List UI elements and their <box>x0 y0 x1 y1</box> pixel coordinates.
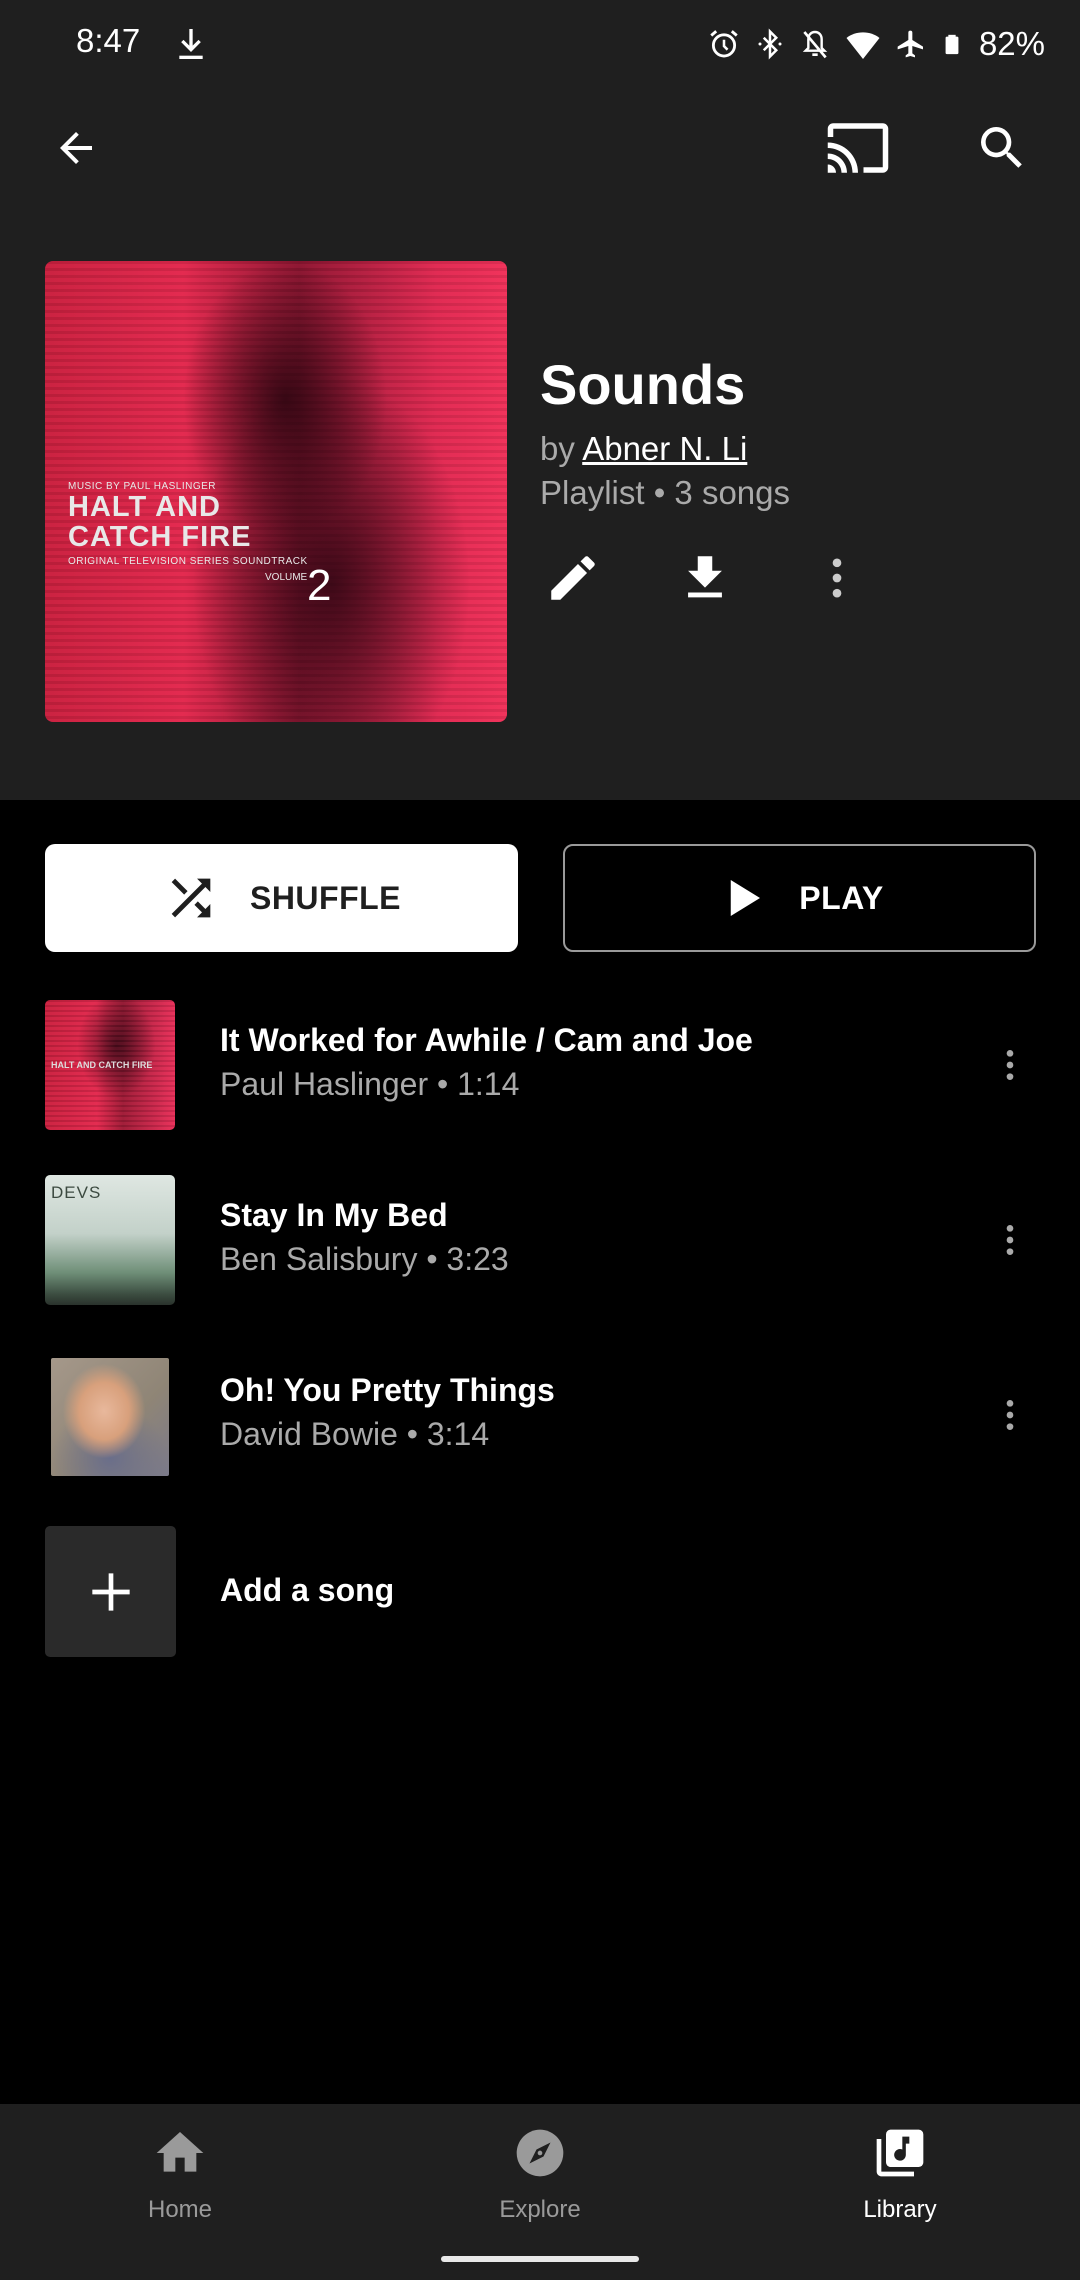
search-icon <box>981 127 1022 168</box>
play-button[interactable]: PLAY <box>563 844 1036 952</box>
status-time: 8:47 <box>76 22 141 59</box>
status-bar: 8:47 82% <box>0 0 1080 90</box>
album-art-title-line1: HALT AND <box>68 491 221 523</box>
edit-icon <box>551 556 595 600</box>
battery-percentage: 82% <box>978 25 1045 62</box>
byline-prefix: by <box>540 430 575 467</box>
nav-label: Home <box>147 2196 213 2223</box>
home-icon <box>152 2124 208 2182</box>
edit-playlist-button[interactable] <box>540 545 606 611</box>
song-thumbnail <box>51 1358 169 1476</box>
bottom-navigation: Home Explore Library <box>0 2104 1080 2280</box>
playlist-meta: Playlist • 3 songs <box>540 474 790 511</box>
playlist-header: MUSIC BY PAUL HASLINGER HALT AND CATCH F… <box>0 90 1080 800</box>
song-list-item[interactable]: Oh! You Pretty Things David Bowie • 3:14 <box>0 1350 1080 1480</box>
thumbnail-text: HALT AND CATCH FIRE <box>51 1060 153 1070</box>
song-subtitle: Paul Haslinger • 1:14 <box>220 1066 520 1102</box>
add-song-label: Add a song <box>220 1572 395 1608</box>
song-more-button[interactable] <box>990 1383 1030 1447</box>
download-icon <box>688 556 722 598</box>
song-list-item[interactable]: DEVS Stay In My Bed Ben Salisbury • 3:23 <box>0 1175 1080 1305</box>
plus-icon <box>91 1572 130 1611</box>
playlist-album-art: MUSIC BY PAUL HASLINGER HALT AND CATCH F… <box>45 261 507 722</box>
more-vert-icon <box>1006 1400 1014 1430</box>
nav-tab-explore[interactable]: Explore <box>440 2124 640 2234</box>
back-button[interactable] <box>40 112 112 184</box>
nav-label: Library <box>863 2196 937 2223</box>
playlist-more-button[interactable] <box>804 545 870 611</box>
song-title: Stay In My Bed <box>220 1197 448 1233</box>
thumbnail-text: DEVS <box>51 1183 102 1202</box>
more-vert-icon <box>1006 1225 1014 1255</box>
wifi-icon <box>846 32 880 59</box>
song-subtitle: David Bowie • 3:14 <box>220 1416 490 1452</box>
nav-tab-home[interactable]: Home <box>80 2124 280 2234</box>
more-vert-icon <box>1006 1050 1014 1080</box>
song-list-item[interactable]: HALT AND CATCH FIRE It Worked for Awhile… <box>0 1000 1080 1130</box>
playlist-author-link[interactable]: Abner N. Li <box>582 430 747 467</box>
alarm-icon <box>710 30 738 58</box>
album-art-subtitle: ORIGINAL TELEVISION SERIES SOUNDTRACK <box>68 556 308 567</box>
more-vert-icon <box>832 558 842 598</box>
album-art-volume-number: 2 <box>307 561 332 610</box>
song-title: It Worked for Awhile / Cam and Joe <box>220 1022 753 1058</box>
arrow-back-icon <box>60 132 92 164</box>
library-music-icon <box>872 2124 928 2182</box>
cast-button[interactable] <box>822 112 894 184</box>
play-icon <box>731 880 761 916</box>
album-art-title-line2: CATCH FIRE <box>68 521 252 553</box>
shuffle-icon <box>171 878 211 918</box>
gesture-home-indicator[interactable] <box>441 2256 639 2262</box>
battery-icon <box>945 34 959 55</box>
play-label: PLAY <box>799 879 884 916</box>
song-more-button[interactable] <box>990 1208 1030 1272</box>
shuffle-label: SHUFFLE <box>249 879 402 916</box>
shuffle-button[interactable]: SHUFFLE <box>45 844 518 952</box>
download-notification-icon <box>170 24 212 64</box>
song-title: Oh! You Pretty Things <box>220 1372 555 1408</box>
album-art-volume-label: VOLUME <box>265 572 308 583</box>
nav-label: Explore <box>499 2196 581 2223</box>
song-thumbnail: DEVS <box>45 1175 175 1305</box>
search-button[interactable] <box>966 112 1038 184</box>
notifications-off-icon <box>802 30 828 59</box>
add-song-button[interactable]: Add a song <box>0 1526 600 1658</box>
status-icons: 82% <box>707 20 1045 68</box>
song-more-button[interactable] <box>990 1033 1030 1097</box>
download-playlist-button[interactable] <box>672 545 738 611</box>
add-song-tile <box>45 1526 176 1657</box>
airplane-mode-icon <box>897 30 923 58</box>
song-thumbnail: HALT AND CATCH FIRE <box>45 1000 175 1130</box>
cast-icon <box>827 123 889 173</box>
nav-tab-library[interactable]: Library <box>800 2124 1000 2234</box>
song-subtitle: Ben Salisbury • 3:23 <box>220 1241 509 1277</box>
playlist-title: Sounds <box>540 353 746 416</box>
bluetooth-icon <box>758 28 782 60</box>
explore-icon <box>512 2124 568 2182</box>
playlist-byline: by Abner N. Li <box>540 430 747 468</box>
